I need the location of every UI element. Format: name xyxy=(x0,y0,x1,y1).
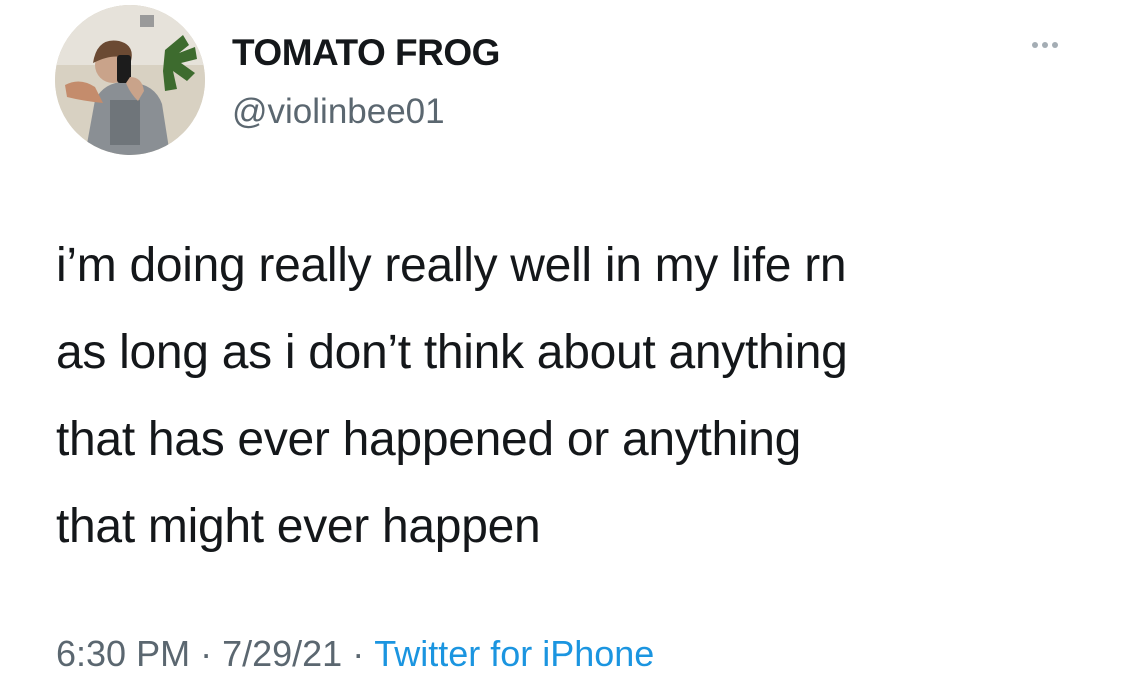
more-horizontal-icon xyxy=(1032,42,1038,48)
tweet-text-line: i’m doing really really well in my life … xyxy=(56,239,847,292)
tweet-text-line: that has ever happened or anything xyxy=(56,413,802,466)
tweet-card: TOMATO FROG @violinbee01 i’m doing reall… xyxy=(0,0,1125,697)
tweet-time[interactable]: 6:30 PM xyxy=(56,633,190,675)
tweet-date[interactable]: 7/29/21 xyxy=(222,633,342,675)
tweet-meta: 6:30 PM · 7/29/21 · Twitter for iPhone xyxy=(56,633,654,675)
tweet-text-line: as long as i don’t think about anything xyxy=(56,326,848,379)
meta-separator: · xyxy=(200,633,213,674)
display-name[interactable]: TOMATO FROG xyxy=(232,32,500,74)
user-photo-avatar-icon xyxy=(55,5,205,155)
meta-separator: · xyxy=(352,633,365,674)
avatar[interactable] xyxy=(55,5,205,155)
more-horizontal-icon xyxy=(1042,42,1048,48)
tweet-text-line: that might ever happen xyxy=(56,500,541,553)
more-options-button[interactable] xyxy=(1022,30,1068,60)
more-horizontal-icon xyxy=(1052,42,1058,48)
user-handle[interactable]: @violinbee01 xyxy=(232,92,445,132)
tweet-text: i’m doing really really well in my life … xyxy=(56,222,1116,570)
tweet-source-link[interactable]: Twitter for iPhone xyxy=(374,633,654,675)
